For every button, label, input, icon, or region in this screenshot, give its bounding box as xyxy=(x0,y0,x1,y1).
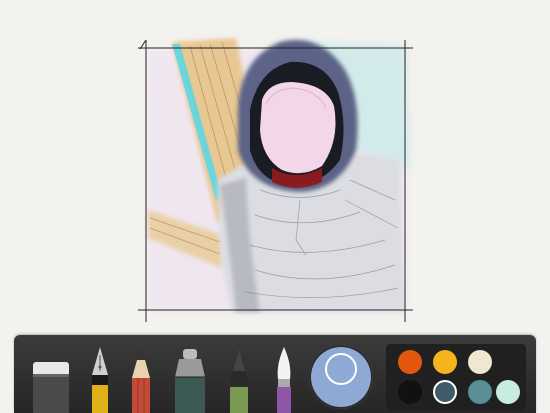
outline-pen-tool[interactable] xyxy=(226,347,252,413)
drawing-canvas[interactable] xyxy=(0,0,550,335)
brush-tool[interactable] xyxy=(272,345,296,413)
eraser-icon xyxy=(33,362,69,413)
pencil-icon xyxy=(132,348,150,413)
fountain-pen-tool[interactable] xyxy=(88,345,112,413)
color-swatch[interactable] xyxy=(433,380,457,404)
color-swatch[interactable] xyxy=(398,380,422,404)
pencil-tool[interactable] xyxy=(128,346,154,413)
color-mixer-button[interactable] xyxy=(309,345,373,409)
color-swatch[interactable] xyxy=(468,350,492,374)
marker-tool[interactable] xyxy=(172,347,208,413)
outline-pen-icon xyxy=(230,349,248,413)
color-swatch[interactable] xyxy=(468,380,492,404)
color-swatch[interactable] xyxy=(433,350,457,374)
eraser-tool[interactable] xyxy=(30,356,72,413)
color-mixer-icon xyxy=(325,353,357,385)
color-palette xyxy=(386,344,526,410)
marker-icon xyxy=(175,349,205,413)
fountain-pen-icon xyxy=(92,347,108,413)
hooded-figure-sketch xyxy=(138,38,413,322)
brush-icon xyxy=(277,347,291,413)
color-swatch[interactable] xyxy=(496,380,520,404)
color-swatch[interactable] xyxy=(398,350,422,374)
